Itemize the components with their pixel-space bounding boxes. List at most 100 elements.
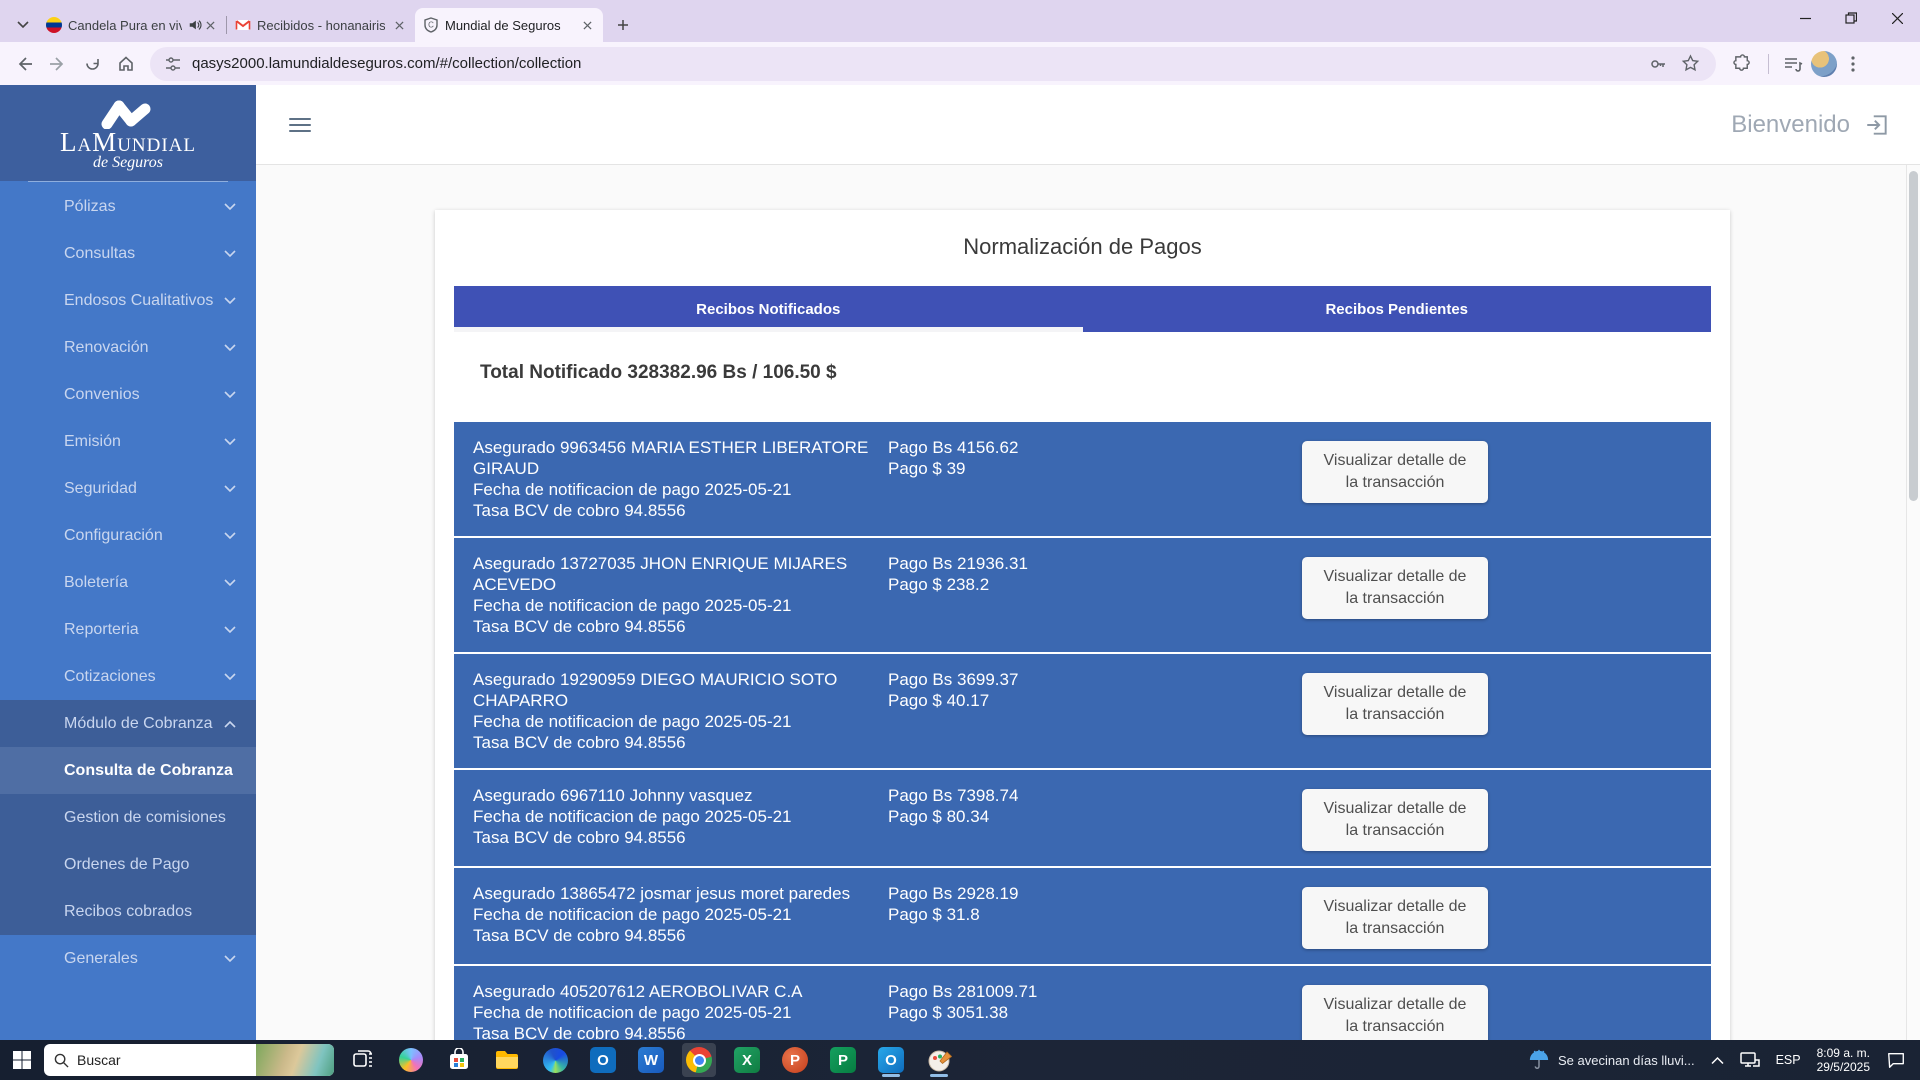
profile-avatar[interactable] [1811,51,1837,77]
sidebar-item-gestion-comisiones[interactable]: Gestion de comisiones [0,794,256,841]
visualizar-detalle-button[interactable]: Visualizar detalle de la transacción [1302,789,1488,851]
pago-bs-text: Pago Bs 3699.37 [888,669,1168,690]
excel-icon[interactable]: X [730,1043,764,1077]
tab-audio-icon[interactable] [188,18,202,32]
sidebar-item-consultas[interactable]: Consultas [0,230,256,277]
pago-bs-text: Pago Bs 281009.71 [888,981,1168,1002]
chevron-down-icon [224,391,236,399]
pago-bs-text: Pago Bs 4156.62 [888,437,1168,458]
logo-subtitle: de Seguros [93,155,163,171]
tab-title: Candela Pura en vivo [68,18,182,33]
extensions-puzzle-icon[interactable] [1726,48,1758,80]
microsoft-store-icon[interactable] [442,1043,476,1077]
shield-favicon-icon: C [423,17,439,33]
sidebar-item-polizas[interactable]: Pólizas [0,183,256,230]
receipts-tabbar: Recibos Notificados Recibos Pendientes [454,286,1711,332]
tab-strip: Candela Pura en vivo Recibidos - honanai… [0,0,1920,42]
welcome-text: Bienvenido [1731,111,1850,139]
tray-chevron-up-icon[interactable] [1711,1056,1724,1065]
network-icon[interactable] [1740,1051,1760,1069]
media-controls-icon[interactable] [1777,48,1809,80]
scrollbar-thumb[interactable] [1909,171,1918,501]
publisher-icon[interactable]: P [826,1043,860,1077]
sidebar-item-cotizaciones[interactable]: Cotizaciones [0,653,256,700]
word-icon[interactable]: W [634,1043,668,1077]
tab-recibos-pendientes[interactable]: Recibos Pendientes [1083,286,1712,332]
sidebar-item-configuracion[interactable]: Configuración [0,512,256,559]
sidebar-item-recibos-cobrados[interactable]: Recibos cobrados [0,888,256,935]
pago-usd-text: Pago $ 3051.38 [888,1002,1168,1023]
taskbar-clock[interactable]: 8:09 a. m. 29/5/2025 [1817,1046,1870,1074]
new-tab-button[interactable] [609,11,637,39]
taskbar-search-input[interactable]: Buscar [44,1044,334,1076]
site-settings-tune-icon[interactable] [164,55,182,73]
sidebar-item-seguridad[interactable]: Seguridad [0,465,256,512]
close-window-button[interactable] [1874,0,1920,36]
outlook-classic-icon[interactable]: O [874,1043,908,1077]
notification-center-icon[interactable] [1886,1050,1906,1070]
page-scrollbar[interactable] [1906,165,1920,1040]
asegurado-text: Asegurado 19290959 DIEGO MAURICIO SOTO C… [473,669,873,711]
file-explorer-icon[interactable] [490,1043,524,1077]
chevron-down-icon [224,579,236,587]
chevron-down-icon [224,438,236,446]
sidebar-item-emision[interactable]: Emisión [0,418,256,465]
weather-widget[interactable]: Se avecinan días lluvi... [1528,1049,1695,1071]
sidebar-item-endosos[interactable]: Endosos Cualitativos [0,277,256,324]
password-key-icon[interactable] [1646,52,1670,76]
minimize-button[interactable] [1782,0,1828,36]
visualizar-detalle-button[interactable]: Visualizar detalle de la transacción [1302,887,1488,949]
visualizar-detalle-button[interactable]: Visualizar detalle de la transacción [1302,557,1488,619]
language-indicator[interactable]: ESP [1776,1053,1801,1067]
page-content: Normalización de Pagos Recibos Notificad… [256,165,1920,1040]
chrome-icon[interactable] [682,1043,716,1077]
tab-search-caret-icon[interactable] [8,8,38,42]
bing-daily-image[interactable] [256,1044,334,1076]
app-window: LaMundial de Seguros Pólizas Consultas E… [0,85,1920,1040]
home-button[interactable] [110,48,142,80]
visualizar-detalle-button[interactable]: Visualizar detalle de la transacción [1302,673,1488,735]
back-button[interactable] [8,48,40,80]
sidebar-item-reporteria[interactable]: Reporteria [0,606,256,653]
logout-icon[interactable] [1864,112,1890,138]
address-bar[interactable]: qasys2000.lamundialdeseguros.com/#/colle… [150,47,1716,81]
tab-mundial-active[interactable]: C Mundial de Seguros [415,8,603,42]
fecha-text: Fecha de notificacion de pago 2025-05-21 [473,595,873,616]
receipts-list: Asegurado 9963456 MARIA ESTHER LIBERATOR… [454,422,1711,1040]
task-view-icon[interactable] [346,1043,380,1077]
sidebar-item-modulo-cobranza[interactable]: Módulo de Cobranza [0,700,256,747]
copilot-icon[interactable] [394,1043,428,1077]
umbrella-rain-icon [1528,1049,1550,1071]
venezuela-flag-icon [46,17,62,33]
taskbar-tray: Se avecinan días lluvi... ESP 8:09 a. m.… [1528,1046,1920,1074]
tab-recibos-notificados[interactable]: Recibos Notificados [454,286,1083,332]
reload-button[interactable] [76,48,108,80]
paint-icon[interactable] [922,1043,956,1077]
sidebar-item-ordenes-pago[interactable]: Ordenes de Pago [0,841,256,888]
tab-title: Mundial de Seguros [445,18,573,33]
hamburger-menu-icon[interactable] [289,118,311,132]
tab-close-icon[interactable] [579,17,595,33]
sidebar-item-consulta-cobranza[interactable]: Consulta de Cobranza [0,747,256,794]
sidebar: LaMundial de Seguros Pólizas Consultas E… [0,85,256,1040]
tab-candela[interactable]: Candela Pura en vivo [38,8,226,42]
tab-close-icon[interactable] [391,17,407,33]
visualizar-detalle-button[interactable]: Visualizar detalle de la transacción [1302,441,1488,503]
tab-gmail[interactable]: Recibidos - honanairis@gmail.c [227,8,415,42]
bookmark-star-icon[interactable] [1678,52,1702,76]
start-button[interactable] [0,1040,44,1080]
forward-button[interactable] [42,48,74,80]
edge-icon[interactable] [538,1043,572,1077]
sidebar-item-renovacion[interactable]: Renovación [0,324,256,371]
sidebar-item-convenios[interactable]: Convenios [0,371,256,418]
browser-menu-kebab-icon[interactable] [1837,48,1869,80]
powerpoint-icon[interactable]: P [778,1043,812,1077]
sidebar-item-generales[interactable]: Generales [0,935,256,982]
visualizar-detalle-button[interactable]: Visualizar detalle de la transacción [1302,985,1488,1040]
sidebar-item-boleteria[interactable]: Boletería [0,559,256,606]
outlook-new-icon[interactable]: O [586,1043,620,1077]
url-text[interactable]: qasys2000.lamundialdeseguros.com/#/colle… [192,55,1638,72]
tab-close-icon[interactable] [202,17,218,33]
restore-button[interactable] [1828,0,1874,36]
time-text: 8:09 a. m. [1817,1046,1870,1060]
